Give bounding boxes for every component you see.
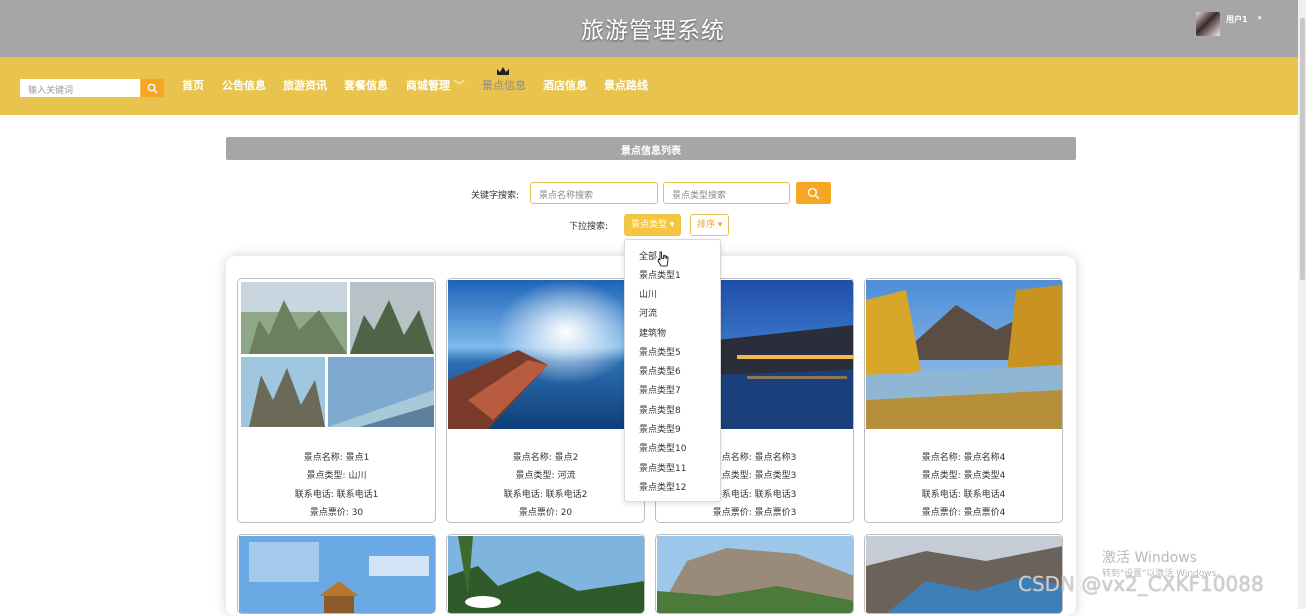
nav-search-placeholder: 输入关键词 bbox=[28, 86, 74, 96]
dropdown-option[interactable]: 景点类型12 bbox=[639, 480, 686, 493]
scrollbar-thumb[interactable] bbox=[1300, 18, 1305, 280]
name-search-input[interactable]: 景点名称搜索 bbox=[530, 182, 658, 204]
username[interactable]: 用户1 bbox=[1226, 14, 1248, 25]
scenic-info: 景点名称: 景点2 景点类型: 河流 联系电话: 联系电话2 景点票价: 20 bbox=[447, 449, 644, 522]
nav-item-home[interactable]: 首页 bbox=[182, 77, 204, 93]
scenic-card[interactable] bbox=[446, 534, 645, 614]
scenic-card[interactable] bbox=[237, 534, 436, 614]
dropdown-option[interactable]: 河流 bbox=[639, 306, 657, 319]
search-icon bbox=[807, 187, 820, 199]
type-search-placeholder: 景点类型搜索 bbox=[672, 191, 727, 201]
dropdown-option[interactable]: 山川 bbox=[639, 287, 657, 300]
dropdown-search-label: 下拉搜索: bbox=[569, 222, 609, 232]
nav-item-mall[interactable]: 商城管理 ﹀ bbox=[406, 77, 465, 93]
type-dropdown-label: 景点类型 bbox=[631, 220, 668, 230]
csdn-watermark: CSDN @vx2_CXKF10088 bbox=[1018, 572, 1264, 596]
type-dropdown-menu: 全部 景点类型1 山川 河流 建筑物 景点类型5 景点类型6 景点类型7 景点类… bbox=[624, 239, 721, 502]
scenic-image bbox=[239, 280, 435, 429]
scenic-phone: 联系电话: 联系电话4 bbox=[921, 489, 1006, 500]
scenic-price: 景点票价: 30 bbox=[309, 507, 364, 518]
scenic-image bbox=[657, 536, 853, 613]
keyword-search-label: 关键字搜索: bbox=[471, 191, 520, 201]
scenic-phone: 联系电话: 联系电话2 bbox=[503, 489, 588, 500]
scenic-image bbox=[239, 536, 435, 613]
dropdown-option[interactable]: 景点类型1 bbox=[639, 268, 681, 281]
scenic-info: 景点名称: 景点名称4 景点类型: 景点类型4 联系电话: 联系电话4 景点票价… bbox=[865, 449, 1062, 522]
crown-icon bbox=[497, 67, 509, 75]
scenic-name: 景点名称: 景点名称4 bbox=[921, 453, 1006, 463]
dropdown-option[interactable]: 景点类型7 bbox=[639, 383, 681, 396]
nav-item-announcements[interactable]: 公告信息 bbox=[222, 77, 266, 93]
nav-bar: 输入关键词 首页 公告信息 旅游资讯 套餐信息 商城管理 ﹀ 景点信息 酒店信息… bbox=[0, 57, 1306, 115]
caret-down-icon[interactable]: ▾ bbox=[1258, 14, 1262, 22]
scenic-image bbox=[866, 280, 1062, 429]
sort-dropdown-button[interactable]: 排序 ▾ bbox=[690, 214, 730, 236]
nav-item-routes[interactable]: 景点路线 bbox=[604, 77, 648, 93]
scenic-price: 景点票价: 景点票价4 bbox=[921, 507, 1006, 518]
scenic-phone: 联系电话: 联系电话1 bbox=[294, 489, 379, 500]
search-icon bbox=[147, 83, 158, 94]
section-header: 景点信息列表 bbox=[226, 137, 1076, 160]
nav-item-mall-label: 商城管理 bbox=[406, 79, 450, 92]
scenic-card[interactable]: 景点名称: 景点名称4 景点类型: 景点类型4 联系电话: 联系电话4 景点票价… bbox=[864, 278, 1063, 523]
dropdown-option[interactable]: 景点类型9 bbox=[639, 422, 681, 435]
dropdown-option[interactable]: 建筑物 bbox=[639, 326, 666, 339]
site-title: 旅游管理系统 bbox=[581, 18, 725, 44]
scenic-type: 景点类型: 河流 bbox=[515, 471, 576, 482]
scenic-price: 景点票价: 20 bbox=[518, 507, 573, 518]
dropdown-option[interactable]: 景点类型6 bbox=[639, 364, 681, 377]
chevron-down-icon: ﹀ bbox=[453, 79, 465, 92]
dropdown-option[interactable]: 景点类型5 bbox=[639, 345, 681, 358]
dropdown-option[interactable]: 景点类型10 bbox=[639, 441, 686, 454]
scenic-image bbox=[448, 536, 644, 613]
scenic-info: 景点名称: 景点1 景点类型: 山川 联系电话: 联系电话1 景点票价: 30 bbox=[238, 449, 435, 522]
scenic-card[interactable] bbox=[655, 534, 854, 614]
nav-item-hotels[interactable]: 酒店信息 bbox=[543, 77, 587, 93]
hand-cursor-icon bbox=[657, 251, 669, 267]
caret-down-icon: ▾ bbox=[717, 220, 723, 230]
type-dropdown-button[interactable]: 景点类型 ▾ bbox=[624, 214, 682, 236]
nav-item-packages[interactable]: 套餐信息 bbox=[344, 77, 388, 93]
avatar[interactable] bbox=[1196, 12, 1220, 36]
scenic-image bbox=[448, 280, 644, 429]
scenic-type: 景点类型: 山川 bbox=[306, 471, 367, 482]
search-button[interactable] bbox=[796, 182, 831, 204]
nav-item-travel-news[interactable]: 旅游资讯 bbox=[283, 77, 327, 93]
scenic-type: 景点类型: 景点类型4 bbox=[921, 471, 1006, 482]
dropdown-option[interactable]: 景点类型8 bbox=[639, 403, 681, 416]
scenic-name: 景点名称: 景点2 bbox=[512, 453, 579, 463]
top-header: 旅游管理系统 用户1 ▾ bbox=[0, 0, 1306, 57]
type-search-input[interactable]: 景点类型搜索 bbox=[663, 182, 790, 204]
nav-search-input[interactable]: 输入关键词 bbox=[20, 79, 140, 97]
name-search-placeholder: 景点名称搜索 bbox=[539, 191, 594, 201]
dropdown-option[interactable]: 景点类型11 bbox=[639, 461, 686, 474]
caret-down-icon: ▾ bbox=[669, 220, 675, 230]
nav-search-button[interactable] bbox=[141, 79, 164, 97]
scenic-card[interactable]: 景点名称: 景点1 景点类型: 山川 联系电话: 联系电话1 景点票价: 30 bbox=[237, 278, 436, 523]
scenic-name: 景点名称: 景点1 bbox=[303, 453, 370, 463]
scenic-card[interactable]: 景点名称: 景点2 景点类型: 河流 联系电话: 联系电话2 景点票价: 20 bbox=[446, 278, 645, 523]
dropdown-option[interactable]: 全部 bbox=[639, 249, 657, 262]
section-title: 景点信息列表 bbox=[621, 146, 681, 157]
sort-dropdown-label: 排序 bbox=[697, 220, 716, 230]
nav-item-scenic-spots[interactable]: 景点信息 bbox=[482, 77, 526, 93]
scenic-price: 景点票价: 景点票价3 bbox=[712, 507, 797, 518]
windows-activation-title: 激活 Windows bbox=[1102, 550, 1197, 566]
